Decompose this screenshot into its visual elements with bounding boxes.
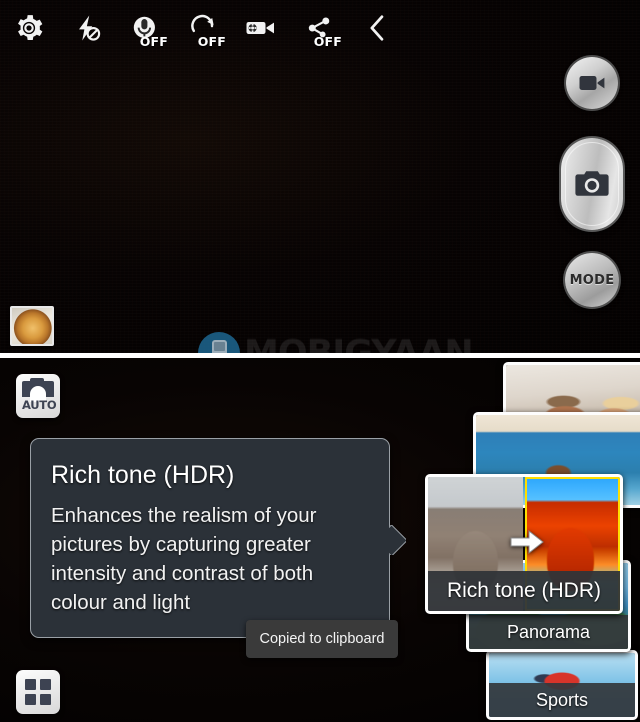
mode-card-label-text: Rich tone (HDR) xyxy=(446,579,602,602)
timer-button[interactable]: OFF xyxy=(174,2,232,54)
camera-app-screenshot: OFF OFF OFF MODE MOBIGYAAN AUTO Sports P… xyxy=(0,0,640,722)
all-modes-grid-button[interactable] xyxy=(16,670,60,714)
shutter-button[interactable] xyxy=(561,138,623,230)
gear-icon xyxy=(18,15,43,41)
auto-camera-icon: AUTO xyxy=(22,378,57,412)
mode-button-label: MODE xyxy=(569,272,615,288)
toast-text: Copied to clipboard xyxy=(259,631,385,647)
camera-viewfinder: OFF OFF OFF MODE MOBIGYAAN xyxy=(0,0,640,353)
auto-mode-button[interactable]: AUTO xyxy=(16,374,60,418)
tooltip-pointer xyxy=(389,525,406,555)
auto-mode-label: AUTO xyxy=(22,398,57,412)
mode-card-label-text: Panorama xyxy=(506,621,591,642)
mode-card-label-text: Sports xyxy=(535,689,589,710)
record-video-button[interactable] xyxy=(566,57,618,109)
video-camera-icon xyxy=(579,76,605,90)
mode-card-label: Sports xyxy=(489,683,635,717)
voice-control-state: OFF xyxy=(139,33,168,49)
share-state: OFF xyxy=(313,33,342,49)
mode-button[interactable]: MODE xyxy=(565,253,619,307)
camera-icon xyxy=(575,171,609,196)
settings-button[interactable] xyxy=(0,2,58,54)
mode-card-label: Rich tone (HDR) xyxy=(428,571,620,611)
mode-card[interactable]: Sports xyxy=(486,650,638,720)
mode-card-label: Panorama xyxy=(469,615,628,649)
video-camera-icon xyxy=(246,22,274,34)
phone-logo-icon xyxy=(198,332,240,353)
share-button[interactable]: OFF xyxy=(290,2,348,54)
thumbnail-image xyxy=(12,308,52,344)
collapse-toolbar-button[interactable] xyxy=(348,2,406,54)
chevron-left-icon xyxy=(370,15,384,41)
mode-description-tooltip: Rich tone (HDR) Enhances the realism of … xyxy=(30,438,390,638)
arrow-right-icon xyxy=(510,529,544,555)
watermark: MOBIGYAAN xyxy=(198,330,488,353)
toast-notification: Copied to clipboard xyxy=(246,620,398,658)
grid-2x2-icon xyxy=(25,679,51,705)
gallery-thumbnail[interactable] xyxy=(10,306,54,346)
camera-toolbar: OFF OFF OFF xyxy=(0,0,640,56)
phone-glyph xyxy=(211,339,227,353)
flash-off-icon xyxy=(79,15,101,41)
recording-mode-button[interactable] xyxy=(232,2,290,54)
mode-card-selected[interactable]: Rich tone (HDR) xyxy=(425,474,623,614)
flash-button[interactable] xyxy=(58,2,116,54)
timer-state: OFF xyxy=(197,33,226,49)
tooltip-description: Enhances the realism of your pictures by… xyxy=(51,504,317,614)
voice-control-button[interactable]: OFF xyxy=(116,2,174,54)
tooltip-title: Rich tone (HDR) xyxy=(51,461,235,489)
watermark-text: MOBIGYAAN xyxy=(244,333,474,353)
